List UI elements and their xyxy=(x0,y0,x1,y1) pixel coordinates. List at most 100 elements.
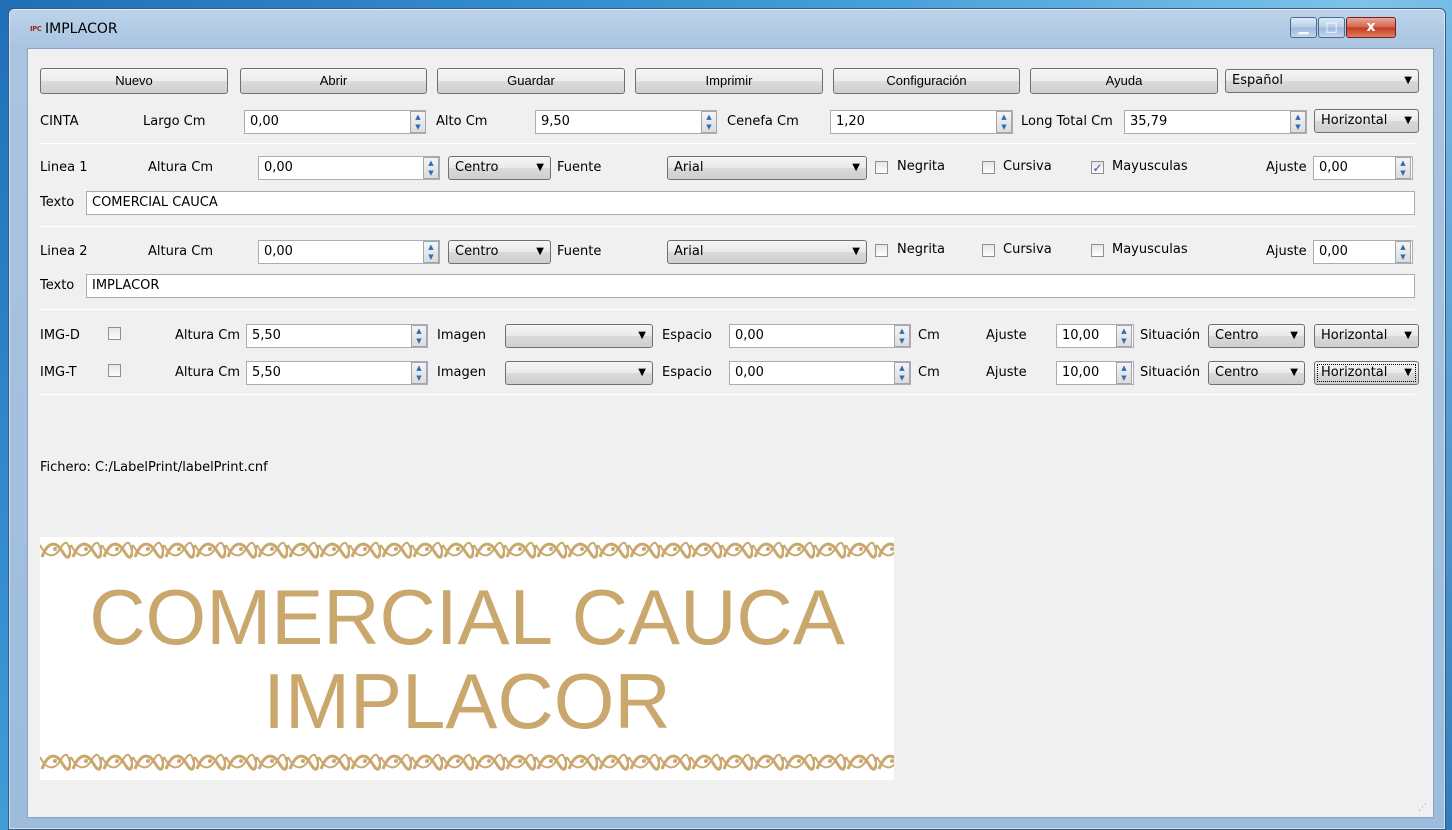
spin-down-icon: ▼ xyxy=(428,169,434,177)
spin-up-icon: ▲ xyxy=(428,159,434,167)
linea1-fuente-label: Fuente xyxy=(557,160,602,175)
img-t-altura-spinner[interactable]: ▲ ▼ xyxy=(411,362,427,384)
alto-spinner[interactable]: ▲ ▼ xyxy=(701,111,717,133)
long-total-input[interactable]: 35,79 xyxy=(1124,110,1307,134)
preview-bottom-border xyxy=(40,749,894,775)
cenefa-label: Cenefa Cm xyxy=(727,114,799,129)
ornament-border-top xyxy=(40,537,894,563)
spin-down-icon: ▼ xyxy=(706,123,712,131)
linea2-ajuste-label: Ajuste xyxy=(1266,244,1307,259)
linea2-mayusculas-checkbox[interactable] xyxy=(1091,244,1104,257)
img-d-cm-label: Cm xyxy=(918,328,940,343)
img-t-imagen-select[interactable]: ▼ xyxy=(505,361,653,385)
img-d-checkbox[interactable] xyxy=(108,327,121,340)
linea1-ajuste-label: Ajuste xyxy=(1266,160,1307,175)
separator xyxy=(40,226,1415,227)
img-d-altura-spinner[interactable]: ▲ ▼ xyxy=(411,325,427,347)
img-d-situacion-label: Situación xyxy=(1140,328,1201,343)
img-t-espacio-spinner[interactable]: ▲ ▼ xyxy=(894,362,910,384)
maximize-icon: □ xyxy=(1325,20,1338,35)
largo-spinner[interactable]: ▲ ▼ xyxy=(410,111,426,133)
chevron-down-icon: ▼ xyxy=(1404,115,1412,126)
resize-grip-icon[interactable]: ⋰ xyxy=(1418,803,1427,813)
img-t-situacion-value: Centro xyxy=(1215,365,1259,380)
chevron-down-icon: ▼ xyxy=(1290,367,1298,378)
linea2-texto-label: Texto xyxy=(40,278,75,293)
spin-down-icon: ▼ xyxy=(1400,169,1406,177)
linea2-ajuste-spinner[interactable]: ▲ ▼ xyxy=(1395,241,1411,263)
linea1-mayusculas-checkbox[interactable]: ✓ xyxy=(1091,161,1104,174)
abrir-button[interactable]: Abrir xyxy=(240,68,427,94)
linea2-font-select[interactable]: Arial ▼ xyxy=(667,240,867,264)
img-d-espacio-spinner[interactable]: ▲ ▼ xyxy=(894,325,910,347)
linea1-mayusculas-label: Mayusculas xyxy=(1112,159,1188,174)
separator xyxy=(40,143,1415,144)
linea2-align-value: Centro xyxy=(455,244,499,259)
spin-up-icon: ▲ xyxy=(1121,327,1127,335)
linea1-font-value: Arial xyxy=(674,160,704,175)
linea2-cursiva-checkbox[interactable] xyxy=(982,244,995,257)
img-d-imagen-select[interactable]: ▼ xyxy=(505,324,653,348)
linea1-align-select[interactable]: Centro ▼ xyxy=(448,156,551,180)
ayuda-button[interactable]: Ayuda xyxy=(1030,68,1218,94)
img-d-label: IMG-D xyxy=(40,328,80,343)
largo-input[interactable]: 0,00 xyxy=(244,110,426,134)
linea1-altura-input[interactable]: 0,00 xyxy=(258,156,440,180)
maximize-button[interactable]: □ xyxy=(1318,17,1345,38)
linea1-altura-label: Altura Cm xyxy=(148,160,214,175)
img-t-altura-input[interactable]: 5,50 xyxy=(246,361,428,385)
linea1-texto-input[interactable]: COMERCIAL CAUCA xyxy=(86,191,1415,215)
cinta-orientation-select[interactable]: Horizontal ▼ xyxy=(1314,109,1419,133)
chevron-down-icon: ▼ xyxy=(536,162,544,173)
nuevo-button[interactable]: Nuevo xyxy=(40,68,228,94)
cinta-orientation-value: Horizontal xyxy=(1321,113,1388,128)
linea2-cursiva-label: Cursiva xyxy=(1003,242,1052,257)
configuracion-button[interactable]: Configuración xyxy=(833,68,1020,94)
img-d-ajuste-spinner[interactable]: ▲ ▼ xyxy=(1116,325,1132,347)
imprimir-button[interactable]: Imprimir xyxy=(635,68,823,94)
linea1-ajuste-spinner[interactable]: ▲ ▼ xyxy=(1395,157,1411,179)
img-t-espacio-input[interactable]: 0,00 xyxy=(729,361,911,385)
long-total-label: Long Total Cm xyxy=(1021,114,1113,129)
chevron-down-icon: ▼ xyxy=(852,246,860,257)
linea1-altura-spinner[interactable]: ▲ ▼ xyxy=(423,157,439,179)
cenefa-spinner[interactable]: ▲ ▼ xyxy=(996,111,1012,133)
language-select[interactable]: Español ▼ xyxy=(1225,69,1419,93)
preview-top-border xyxy=(40,537,894,563)
img-t-situacion-select[interactable]: Centro ▼ xyxy=(1208,361,1305,385)
linea1-cursiva-checkbox[interactable] xyxy=(982,161,995,174)
img-t-ajuste-spinner[interactable]: ▲ ▼ xyxy=(1116,362,1132,384)
label-preview: COMERCIAL CAUCA IMPLACOR xyxy=(40,537,894,780)
img-t-imagen-label: Imagen xyxy=(437,365,486,380)
img-d-ajuste-label: Ajuste xyxy=(986,328,1027,343)
close-button[interactable]: x xyxy=(1346,17,1396,38)
linea2-altura-spinner[interactable]: ▲ ▼ xyxy=(423,241,439,263)
guardar-button[interactable]: Guardar xyxy=(437,68,625,94)
cenefa-input[interactable]: 1,20 xyxy=(830,110,1013,134)
img-t-cm-label: Cm xyxy=(918,365,940,380)
linea2-texto-input[interactable]: IMPLACOR xyxy=(86,274,1415,298)
img-d-altura-label: Altura Cm xyxy=(175,328,241,343)
img-t-orientation-select[interactable]: Horizontal ▼ xyxy=(1314,361,1419,385)
spin-up-icon: ▲ xyxy=(1400,159,1406,167)
img-d-altura-input[interactable]: 5,50 xyxy=(246,324,428,348)
long-total-spinner[interactable]: ▲ ▼ xyxy=(1290,111,1306,133)
minimize-button[interactable]: ▁ xyxy=(1290,17,1317,38)
img-d-orientation-select[interactable]: Horizontal ▼ xyxy=(1314,324,1419,348)
linea2-align-select[interactable]: Centro ▼ xyxy=(448,240,551,264)
spin-down-icon: ▼ xyxy=(1400,253,1406,261)
linea1-font-select[interactable]: Arial ▼ xyxy=(667,156,867,180)
img-t-checkbox[interactable] xyxy=(108,364,121,377)
alto-input[interactable]: 9,50 xyxy=(535,110,717,134)
spin-up-icon: ▲ xyxy=(416,364,422,372)
linea2-negrita-checkbox[interactable] xyxy=(875,244,888,257)
linea2-altura-input[interactable]: 0,00 xyxy=(258,240,440,264)
ornament-border-bottom xyxy=(40,749,894,775)
largo-label: Largo Cm xyxy=(143,114,206,129)
preview-line2: IMPLACOR xyxy=(263,657,671,745)
img-d-situacion-select[interactable]: Centro ▼ xyxy=(1208,324,1305,348)
img-d-espacio-input[interactable]: 0,00 xyxy=(729,324,911,348)
spin-up-icon: ▲ xyxy=(1295,113,1301,121)
linea1-negrita-checkbox[interactable] xyxy=(875,161,888,174)
img-d-orientation-value: Horizontal xyxy=(1321,328,1388,343)
